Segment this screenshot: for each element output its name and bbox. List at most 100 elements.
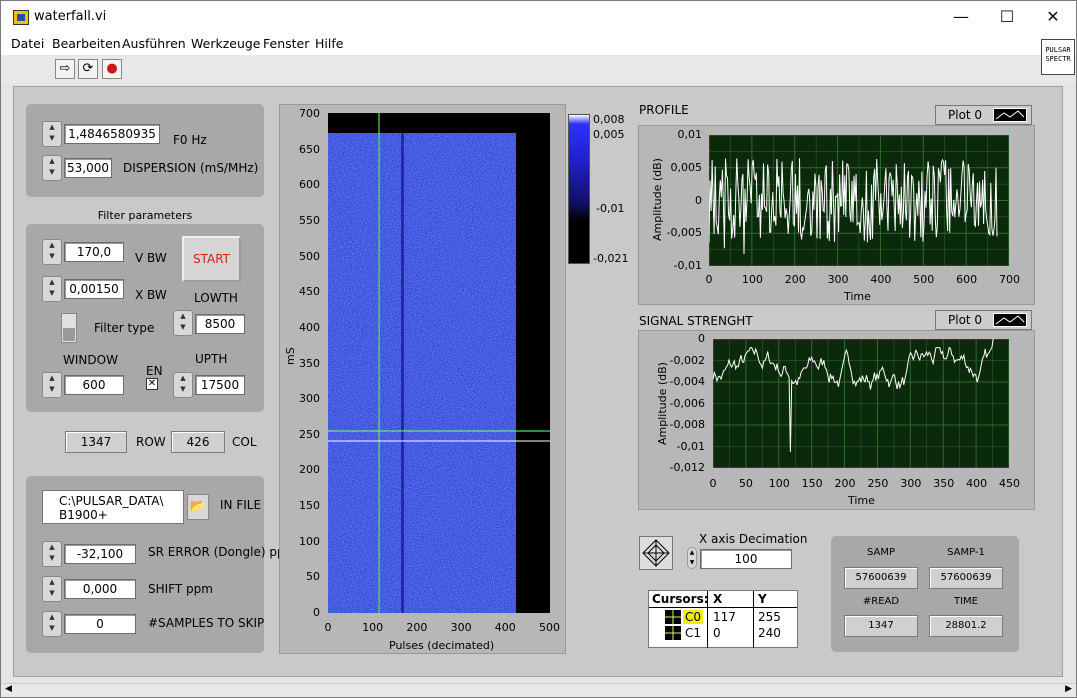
signal-ytick: -0,008 <box>669 418 705 431</box>
profile-xtick: 600 <box>956 273 978 286</box>
signal-xtick: 400 <box>966 477 988 490</box>
scroll-left-icon[interactable]: ◀ <box>5 684 12 694</box>
cursor-c1-name[interactable]: C1 <box>685 626 701 640</box>
profile-x-label: Time <box>844 290 871 303</box>
graph-palette-move-icon[interactable] <box>639 536 673 570</box>
colorbar-tick: 0,008 <box>593 113 625 126</box>
vbw-label: V BW <box>135 251 167 265</box>
scroll-right-icon[interactable]: ▶ <box>1065 684 1072 694</box>
start-button[interactable]: START <box>182 236 241 282</box>
signal-plot-area[interactable] <box>713 339 1009 468</box>
dispersion-input[interactable]: 53,000 <box>64 158 112 178</box>
frequency-group <box>26 104 264 197</box>
lowth-input[interactable]: 8500 <box>195 314 245 334</box>
profile-plot-legend[interactable]: Plot 0 <box>935 105 1032 125</box>
wf-ytick: 400 <box>299 320 320 334</box>
decimation-input[interactable]: 100 <box>700 549 792 569</box>
xbw-input[interactable]: 0,00150 <box>64 279 124 299</box>
upth-input[interactable]: 17500 <box>195 375 245 395</box>
colorbar-tick: -0,021 <box>593 252 629 265</box>
maximize-button[interactable]: ☐ <box>984 1 1030 33</box>
vi-connector-icon: PULSAR SPECTR <box>1041 39 1075 75</box>
en-label: EN <box>146 364 163 378</box>
signal-xtick: 0 <box>709 477 717 490</box>
cursor-legend[interactable]: Cursors: X Y C0 117 255 C1 0 240 <box>648 590 798 648</box>
signal-ytick: -0,012 <box>669 461 705 474</box>
title-bar: waterfall.vi — ☐ ✕ <box>1 1 1076 33</box>
shift-input[interactable]: 0,000 <box>64 579 136 599</box>
cursor-c1-y: 240 <box>758 626 781 640</box>
dispersion-label: DISPERSION (mS/MHz) <box>123 161 259 175</box>
sr-error-input[interactable]: -32,100 <box>64 544 136 564</box>
profile-ytick: 0,01 <box>677 128 703 141</box>
profile-legend-label: Plot 0 <box>948 108 983 122</box>
skip-input[interactable]: 0 <box>64 614 136 634</box>
dispersion-spinner[interactable]: ▲ ▼ <box>42 155 62 181</box>
signal-ytick: -0,004 <box>669 375 705 388</box>
signal-plot-legend[interactable]: Plot 0 <box>935 310 1032 330</box>
shift-spinner[interactable]: ▲ ▼ <box>42 576 62 602</box>
profile-xtick: 200 <box>784 273 806 286</box>
vbw-input[interactable]: 170,0 <box>64 242 124 262</box>
en-checkbox[interactable]: ✕ <box>146 378 158 390</box>
profile-plot-area[interactable] <box>709 135 1009 266</box>
menu-ausfuehren[interactable]: Ausführen <box>122 36 186 51</box>
window-input[interactable]: 600 <box>64 375 124 395</box>
folder-browse-icon[interactable]: 📂 <box>187 494 209 520</box>
sr-error-spinner[interactable]: ▲ ▼ <box>42 541 62 567</box>
menu-datei[interactable]: Datei <box>11 36 44 51</box>
vbw-spinner[interactable]: ▲ ▼ <box>42 239 62 265</box>
waterfall-image <box>328 113 550 613</box>
run-continuous-icon[interactable]: ⟳ <box>78 59 98 79</box>
window-spinner[interactable]: ▲ ▼ <box>42 372 62 398</box>
decimation-spinner[interactable]: ▲ ▼ <box>687 547 697 569</box>
profile-ytick: 0,005 <box>670 160 703 174</box>
abort-stop-icon[interactable]: ● <box>102 59 122 79</box>
filter-parameters-header: Filter parameters <box>97 209 193 222</box>
f0-spinner[interactable]: ▲ ▼ <box>42 121 62 147</box>
col-indicator: 426 <box>171 431 225 453</box>
close-button[interactable]: ✕ <box>1030 1 1076 33</box>
lowth-spinner[interactable]: ▲ ▼ <box>173 310 193 336</box>
shift-label: SHIFT ppm <box>148 582 213 596</box>
read-label: #READ <box>862 596 900 607</box>
signal-y-label: Amplitude (dB) <box>656 362 669 445</box>
colorbar[interactable] <box>568 114 590 264</box>
cursor-c0-name[interactable]: C0 <box>683 610 704 624</box>
run-arrow-icon[interactable]: ⇨ <box>55 59 75 79</box>
signal-xtick: 350 <box>933 477 955 490</box>
skip-spinner[interactable]: ▲ ▼ <box>42 611 62 637</box>
wf-ytick: 550 <box>299 213 320 227</box>
profile-xtick: 300 <box>827 273 849 286</box>
wf-xtick: 500 <box>539 621 560 634</box>
f0-input[interactable]: 1,4846580935 <box>64 124 160 144</box>
signal-xtick: 200 <box>834 477 856 490</box>
infile-path-input[interactable]: C:\PULSAR_DATA\ B1900+ <box>42 490 184 524</box>
minimize-button[interactable]: — <box>938 1 984 33</box>
wf-ytick: 0 <box>313 606 320 619</box>
profile-xtick: 700 <box>999 273 1020 286</box>
signal-xtick: 150 <box>801 477 823 490</box>
menu-hilfe[interactable]: Hilfe <box>315 36 343 51</box>
cursor-header-name: Cursors: <box>652 592 709 606</box>
wf-ytick: 250 <box>299 427 320 441</box>
signal-ytick: 0 <box>698 332 705 345</box>
menu-fenster[interactable]: Fenster <box>263 36 309 51</box>
colorbar-tick: 0,005 <box>593 128 625 141</box>
samp1-label: SAMP-1 <box>947 547 985 558</box>
wf-ytick: 100 <box>299 534 320 548</box>
menu-werkzeuge[interactable]: Werkzeuge <box>191 36 261 51</box>
xbw-spinner[interactable]: ▲ ▼ <box>42 276 62 302</box>
cursor-c1-marker-icon[interactable] <box>665 626 681 640</box>
cursor-c0-marker-icon[interactable] <box>665 610 681 624</box>
filter-type-toggle[interactable] <box>61 313 77 343</box>
decimation-label: X axis Decimation <box>699 532 808 546</box>
horizontal-scrollbar[interactable]: ◀ ▶ <box>1 683 1076 697</box>
menu-bearbeiten[interactable]: Bearbeiten <box>52 36 121 51</box>
profile-ytick: 0 <box>695 193 702 207</box>
row-label: ROW <box>136 435 166 449</box>
labview-vi-icon <box>13 10 29 25</box>
upth-spinner[interactable]: ▲ ▼ <box>173 372 193 398</box>
infile-label: IN FILE <box>220 498 262 512</box>
wf-ytick: 500 <box>299 249 320 263</box>
